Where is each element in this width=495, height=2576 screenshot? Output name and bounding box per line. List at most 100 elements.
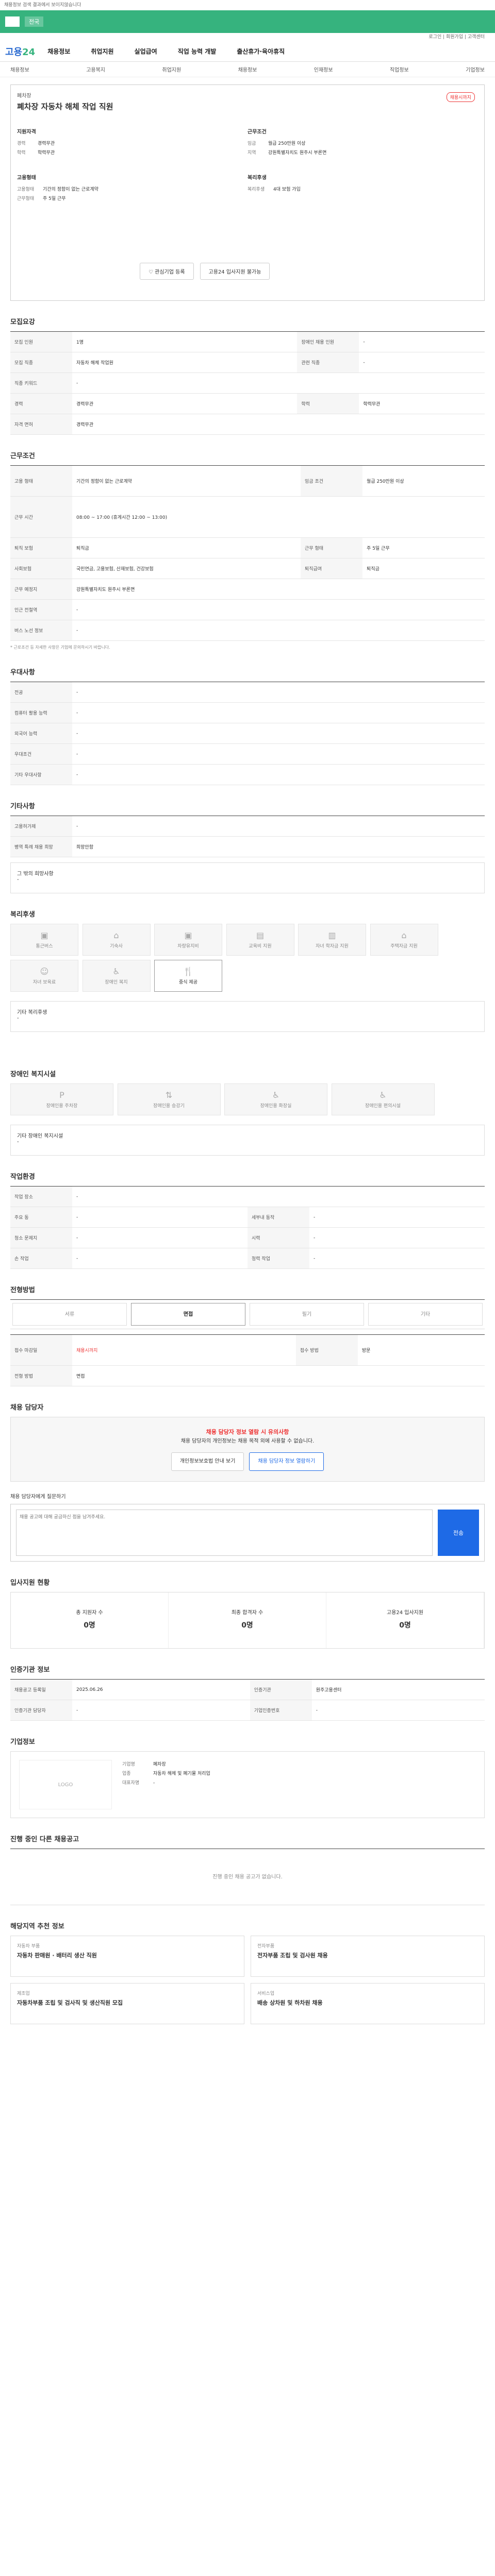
- section-title: 기타사항: [10, 803, 35, 810]
- section-title: 장애인 복지시설: [10, 1071, 56, 1078]
- recom-card[interactable]: 자동차 부품 자동차 판매원 · 배터리 생산 직원: [10, 1936, 244, 1977]
- welfare-item: ⌂ 주택자금 지원: [370, 924, 438, 956]
- nav-item-jobs[interactable]: 채용정보: [47, 47, 70, 56]
- nav-item-support[interactable]: 취업지원: [91, 47, 113, 56]
- school-icon: ▥: [328, 930, 336, 940]
- section-title: 채용 담당자: [10, 1404, 44, 1412]
- others-section: 진행 중인 다른 채용공고 진행 중인 채용 공고가 없습니다.: [10, 1834, 485, 1905]
- kv-key: 고용형태: [17, 187, 35, 192]
- logo-text-a: 고용: [5, 46, 23, 58]
- process-table: 접수 마감일 채용시까지 접수 방법 방문 전형 방법 면접: [10, 1334, 485, 1386]
- workenv-table: 작업 장소 - 주요 동 - 세부내 동작 - 청소 문제지 - 시력 - 손 작업 - 청력 작…: [10, 1186, 485, 1269]
- privacy-guide-button[interactable]: 개인정보보호법 안내 보기: [171, 1452, 244, 1471]
- recom-section: 해당지역 추천 정보 자동차 부품 자동차 판매원 · 배터리 생산 직원 전자부…: [10, 1921, 485, 2024]
- section-title: 입사지원 현황: [10, 1579, 50, 1587]
- tab-written[interactable]: 필기: [250, 1303, 364, 1326]
- favorite-button[interactable]: ♡ 관심기업 등록: [140, 263, 194, 280]
- section-title: 해당지역 추천 정보: [10, 1923, 64, 1930]
- disab-box-label: 기타 장애인 복지시설: [17, 1133, 63, 1139]
- kv-value: 기간의 정함이 없는 근로계약: [43, 187, 98, 192]
- etc-section: 기타사항 고용허가제 - 병역 특례 채용 희망 희망안함 그 밖의 희망사항 -: [10, 801, 485, 893]
- site-header: 고용24 채용정보 취업지원 실업급여 직업 능력 개발 출산휴가·육아휴직: [0, 41, 495, 62]
- kv-key: 학력: [17, 150, 26, 156]
- subnav-item[interactable]: 취업지원: [162, 65, 181, 73]
- nav-item-benefit[interactable]: 실업급여: [135, 47, 157, 56]
- recom-card[interactable]: 전자부품 전자부품 조립 및 검사원 채용: [251, 1936, 485, 1977]
- tab-interview[interactable]: 면접: [131, 1303, 245, 1326]
- kv-key: 근무형태: [17, 196, 35, 201]
- welfare-item: ▥ 자녀 학자금 지원: [298, 924, 366, 956]
- table-row: 모집 직종 자동차 해체 작업원 관련 직종 -: [10, 352, 485, 373]
- table-row: 근무 시간 08:00 ~ 17:00 (휴게시간 12:00 ~ 13:00): [10, 496, 485, 538]
- table-row: 직종 키워드 -: [10, 372, 485, 394]
- disab-item: ♿ 장애인용 화장실: [224, 1083, 327, 1115]
- kv-value: 주 5일 근무: [43, 196, 66, 201]
- view-manager-button[interactable]: 채용 담당자 정보 열람하기: [249, 1452, 324, 1471]
- table-row: 고용허가제 -: [10, 816, 485, 837]
- subnav-item[interactable]: 채용정보: [10, 65, 29, 73]
- table-row: 컴퓨터 활용 능력 -: [10, 702, 485, 723]
- util-links[interactable]: 로그인 | 회원가입 | 고객센터: [0, 33, 495, 41]
- region-tag[interactable]: 전국: [25, 16, 44, 27]
- subnav-item[interactable]: 고용복지: [86, 65, 105, 73]
- alert-text: 채용 담당자의 개인정보는 채용 목적 외에 사용할 수 없습니다.: [180, 1438, 315, 1444]
- section-label: 지원자격: [17, 129, 36, 135]
- question-input[interactable]: [16, 1510, 433, 1556]
- table-row: 자격 면허 경력무관: [10, 414, 485, 435]
- send-button[interactable]: 전송: [438, 1510, 479, 1556]
- stats-box: 총 지원자 수 0명 최종 합격자 수 0명 고용24 입사지원 0명: [10, 1592, 485, 1649]
- baby-icon: ☺: [40, 967, 49, 976]
- region-box: [5, 16, 20, 27]
- kv-key: 지역: [248, 150, 256, 156]
- welfare-item: ♿ 장애인 복지: [82, 960, 151, 992]
- section-label: 복리후생: [248, 175, 267, 181]
- kv-value: 경력무관: [38, 141, 55, 146]
- welfare-grid: ▣ 통근버스 ⌂ 기숙사 ▣ 차량유지비 ▤ 교육비 지원 ▥ 자녀 학자금 지원 ⌂ 주택…: [10, 924, 485, 996]
- job-summary: 폐차장 폐차장 자동차 해체 작업 직원 채용시까지 지원자격 경력 경력무관 학…: [10, 84, 485, 301]
- kv-key: 복리후생: [248, 187, 265, 192]
- welfare-box-label: 기타 복리후생: [17, 1010, 47, 1015]
- section-title: 인증기관 정보: [10, 1666, 50, 1674]
- stat-item: 최종 합격자 수 0명: [169, 1592, 326, 1648]
- nav-item-leave[interactable]: 출산휴가·육아휴직: [237, 47, 285, 56]
- disab-box-value: -: [17, 1139, 19, 1145]
- disab-item: P 장애인용 주차장: [10, 1083, 113, 1115]
- region-bar: 전국: [0, 10, 495, 33]
- disab-box: 기타 장애인 복지시설 -: [10, 1125, 485, 1156]
- etc-table: 고용허가제 - 병역 특례 채용 희망 희망안함: [10, 816, 485, 857]
- table-row: 우대조건 -: [10, 743, 485, 765]
- etc-box: 그 밖의 희망사항 -: [10, 862, 485, 893]
- kv-value: 4대 보험 가입: [273, 187, 301, 192]
- kv-key: 기업명: [122, 1762, 135, 1767]
- subnav-item[interactable]: 채용정보: [238, 65, 257, 73]
- section-title: 복리후생: [10, 911, 35, 919]
- subnav-item[interactable]: 직업정보: [390, 65, 409, 73]
- disab-section: 장애인 복지시설 P 장애인용 주차장 ⇅ 장애인용 승강기 ♿ 장애인용 화장실 ♿…: [10, 1069, 485, 1156]
- tab-etc[interactable]: 기타: [368, 1303, 483, 1326]
- table-row: 근무 예정지 강원특별자치도 원주시 부론면: [10, 579, 485, 600]
- disab-item: ♿ 장애인용 편의시설: [331, 1083, 435, 1115]
- stats-section: 입사지원 현황 총 지원자 수 0명 최종 합격자 수 0명 고용24 입사지원 0명: [10, 1577, 485, 1649]
- subnav-item[interactable]: 기업정보: [466, 65, 485, 73]
- kv-key: 대표자명: [122, 1781, 140, 1786]
- table-row: 인증기관 담당자 - 기업인증번호 -: [10, 1700, 485, 1721]
- nav-item-training[interactable]: 직업 능력 개발: [178, 47, 217, 56]
- table-row: 퇴직 보험 퇴직금 근무 형태 주 5일 근무: [10, 537, 485, 558]
- recom-card[interactable]: 서비스업 배송 상차원 및 하차원 채용: [251, 1983, 485, 2024]
- work-section: 근무조건 고용 형태 기간의 정함이 없는 근로계약 임금 조건 월급 250만원 이…: [10, 450, 485, 651]
- subnav-item[interactable]: 인재정보: [314, 65, 333, 73]
- book-icon: ▤: [256, 930, 265, 940]
- welfare-item: ▣ 통근버스: [10, 924, 78, 956]
- section-title: 작업환경: [10, 1173, 35, 1181]
- site-logo[interactable]: 고용24: [5, 45, 35, 58]
- sub-nav: 채용정보 고용복지 취업지원 채용정보 인재정보 직업정보 기업정보: [0, 62, 495, 77]
- table-row: 병역 특례 채용 희망 희망안함: [10, 836, 485, 857]
- welfare-item-active: 🍴 중식 제공: [154, 960, 222, 992]
- section-label: 고용형태: [17, 175, 36, 181]
- recom-card[interactable]: 제조업 자동차부품 조립 및 검사직 및 생산직원 모집: [10, 1983, 244, 2024]
- apply-button[interactable]: 고용24 입사지원 불가능: [200, 263, 270, 280]
- kv-value: -: [153, 1781, 155, 1786]
- question-title: 채용 담당자에게 질문하기: [10, 1494, 66, 1500]
- table-row: 경력 경력무관 학력 학력무관: [10, 393, 485, 414]
- tab-document[interactable]: 서류: [12, 1303, 127, 1326]
